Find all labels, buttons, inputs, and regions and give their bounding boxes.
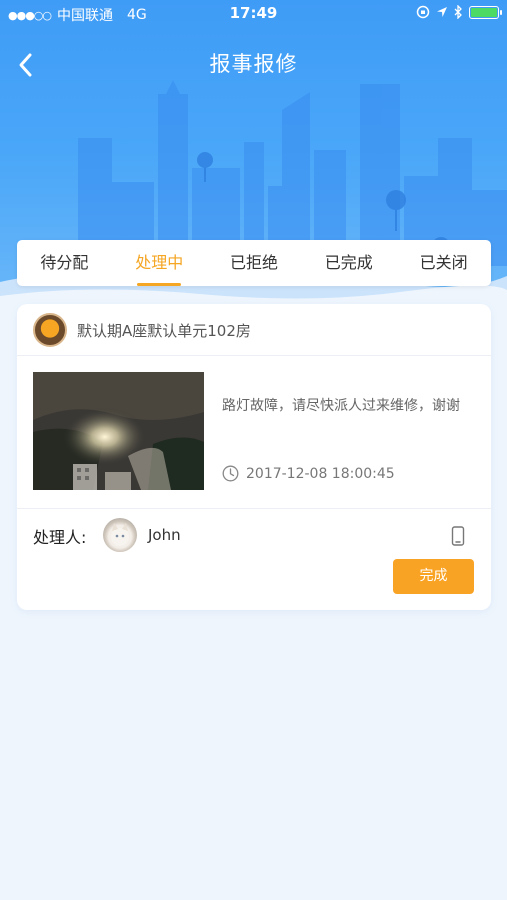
clock-icon xyxy=(222,465,239,482)
handler-avatar xyxy=(103,518,137,552)
tab-completed[interactable]: 已完成 xyxy=(301,240,396,286)
tab-processing[interactable]: 处理中 xyxy=(112,240,207,286)
page-title: 报事报修 xyxy=(209,52,298,76)
report-description: 路灯故障，请尽快派人过来维修，谢谢 xyxy=(222,398,460,414)
repair-report-card[interactable]: 默认期A座默认单元102房 路灯故障，请尽快派人过来维修，谢谢 2017-12-… xyxy=(17,304,491,610)
divider xyxy=(17,508,491,509)
house-location: 默认期A座默认单元102房 xyxy=(77,322,251,340)
tab-rejected[interactable]: 已拒绝 xyxy=(207,240,302,286)
report-time-row: 2017-12-08 18:00:45 xyxy=(222,465,395,482)
handler-name: John xyxy=(148,526,181,544)
tab-closed[interactable]: 已关闭 xyxy=(396,240,491,286)
report-time: 2017-12-08 18:00:45 xyxy=(246,465,395,482)
house-avatar xyxy=(33,313,67,347)
battery-icon xyxy=(469,5,502,19)
handler-label: 处理人: xyxy=(33,528,87,547)
location-arrow-icon xyxy=(437,7,447,17)
phone-icon[interactable] xyxy=(450,526,466,546)
report-photo[interactable] xyxy=(33,372,204,490)
tab-unassigned[interactable]: 待分配 xyxy=(17,240,112,286)
night-street-photo xyxy=(33,372,204,490)
status-bar: ●●●○○ 中国联通 4G 17:49 xyxy=(0,0,507,28)
complete-button[interactable]: 完成 xyxy=(393,559,474,594)
bluetooth-icon xyxy=(454,5,462,19)
status-tabs: 待分配 处理中 已拒绝 已完成 已关闭 xyxy=(17,240,491,286)
card-header: 默认期A座默认单元102房 xyxy=(17,304,491,356)
orientation-lock-icon xyxy=(416,5,430,19)
